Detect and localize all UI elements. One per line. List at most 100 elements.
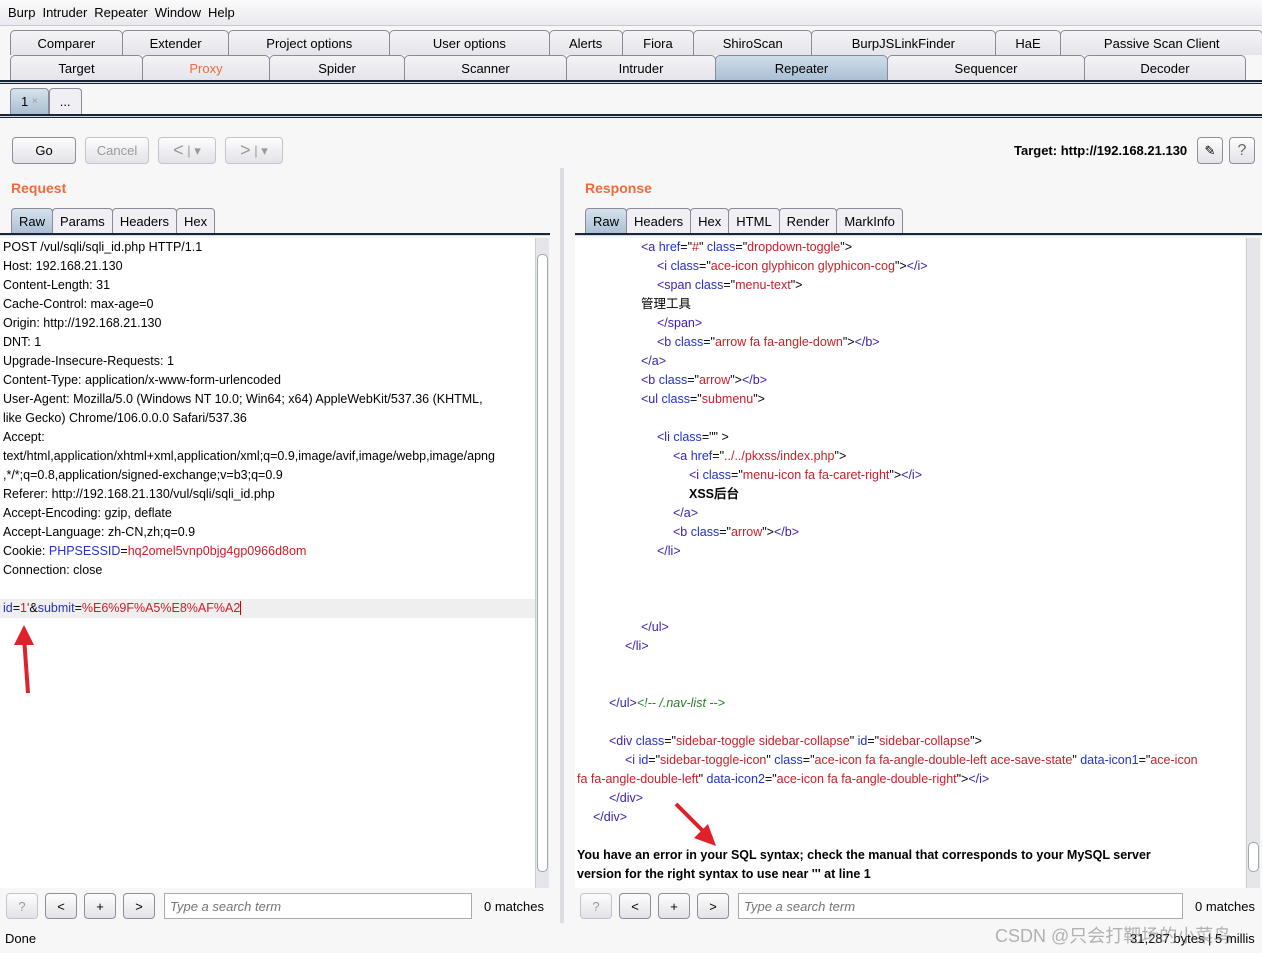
tab-user-options[interactable]: User options	[389, 30, 550, 55]
code-token: id	[638, 753, 649, 767]
tab-repeater[interactable]: Repeater	[715, 55, 888, 80]
response-tab-markinfo[interactable]: MarkInfo	[836, 208, 903, 234]
response-editor[interactable]: <a href="#" class="dropdown-toggle"> <i c…	[575, 238, 1245, 888]
request-tab-headers[interactable]: Headers	[111, 208, 177, 234]
code-token: class	[674, 335, 704, 349]
tab-proxy[interactable]: Proxy	[142, 55, 270, 80]
next-match-button[interactable]: >	[697, 893, 729, 919]
menu-bar: Burp Intruder Repeater Window Help	[0, 0, 1262, 26]
code-token: ">	[753, 392, 765, 406]
help-button[interactable]: ?	[580, 893, 612, 919]
code-token: <b	[641, 373, 659, 387]
request-editor[interactable]: POST /vul/sqli/sqli_id.php HTTP/1.1 Host:…	[0, 238, 535, 888]
response-search-input[interactable]	[738, 893, 1183, 919]
tab-comparer[interactable]: Comparer	[10, 30, 123, 55]
annotation-arrow	[14, 625, 34, 694]
code-token: fa fa-angle-double-left	[577, 772, 699, 786]
code-token: POST /vul/sqli/sqli_id.php HTTP/1.1	[3, 240, 203, 254]
tab-alerts[interactable]: Alerts	[548, 30, 623, 55]
scroll-thumb[interactable]	[537, 254, 548, 872]
tab-passive-scan-client[interactable]: Passive Scan Client	[1060, 30, 1262, 55]
tab-fiora[interactable]: Fiora	[621, 30, 695, 55]
menu-repeater[interactable]: Repeater	[94, 5, 147, 20]
tab-target[interactable]: Target	[10, 55, 143, 80]
request-line: Host: 192.168.21.130	[0, 257, 535, 276]
code-token: 管理工具	[641, 297, 692, 311]
menu-intruder[interactable]: Intruder	[42, 5, 87, 20]
response-tabs: Raw Headers Hex HTML Render MarkInfo	[585, 208, 903, 234]
code-token: ">	[894, 259, 907, 273]
tab-sequencer[interactable]: Sequencer	[887, 55, 1085, 80]
tab-hae[interactable]: HaE	[994, 30, 1062, 55]
response-tab-raw[interactable]: Raw	[585, 208, 628, 234]
tab-intruder[interactable]: Intruder	[566, 55, 716, 80]
code-token: "	[698, 772, 707, 786]
code-token: =	[74, 601, 82, 615]
tab-burpjslinkfinder[interactable]: BurpJSLinkFinder	[811, 30, 996, 55]
code-token: <i	[657, 259, 671, 273]
tab-spider[interactable]: Spider	[269, 55, 405, 80]
prev-match-button[interactable]: <	[45, 893, 77, 919]
code-token: sidebar-collapse	[879, 734, 971, 748]
split-divider[interactable]	[560, 168, 564, 923]
go-button[interactable]: Go	[12, 137, 76, 164]
response-line	[575, 599, 1245, 618]
help-button[interactable]: ?	[1229, 137, 1255, 164]
edit-target-button[interactable]: ✎	[1197, 137, 1223, 164]
help-button[interactable]: ?	[6, 893, 38, 919]
code-token: arrow fa fa-angle-down	[714, 335, 843, 349]
request-tab-hex[interactable]: Hex	[175, 208, 216, 234]
response-line	[575, 713, 1245, 732]
prev-match-button[interactable]: <	[619, 893, 651, 919]
code-token: Upgrade-Insecure-Requests: 1	[3, 354, 174, 368]
response-tab-hex[interactable]: Hex	[690, 208, 730, 234]
code-token: arrow	[698, 373, 731, 387]
code-token: data-icon1	[1080, 753, 1139, 767]
new-tab-button[interactable]: ...	[48, 88, 82, 114]
code-token: Accept-Encoding: gzip, deflate	[3, 506, 172, 520]
code-token: =	[120, 544, 128, 558]
close-icon[interactable]: ×	[32, 96, 38, 107]
response-line: 管理工具	[575, 295, 1245, 314]
add-button[interactable]: +	[84, 893, 116, 919]
request-line: Cookie: PHPSESSID=hq2omel5vnp0bjg4gp0966…	[0, 542, 535, 561]
request-scrollbar[interactable]	[535, 238, 549, 888]
response-tab-headers[interactable]: Headers	[626, 208, 692, 234]
tab-scanner[interactable]: Scanner	[404, 55, 567, 80]
code-token: Cookie:	[3, 544, 49, 558]
menu-window[interactable]: Window	[155, 5, 201, 20]
code-token: DNT: 1	[3, 335, 42, 349]
dropdown-icon: ▾	[194, 142, 201, 158]
tab-extender[interactable]: Extender	[121, 30, 230, 55]
back-button[interactable]: < | ▾	[158, 137, 216, 164]
response-tab-html[interactable]: HTML	[728, 208, 780, 234]
request-tab-params[interactable]: Params	[52, 208, 113, 234]
menu-burp[interactable]: Burp	[8, 5, 35, 20]
add-button[interactable]: +	[658, 893, 690, 919]
request-search-input[interactable]	[164, 893, 472, 919]
forward-button[interactable]: > | ▾	[225, 137, 283, 164]
code-token: Origin: http://192.168.21.130	[3, 316, 162, 330]
code-token: Cache-Control: max-age=0	[3, 297, 154, 311]
menu-help[interactable]: Help	[208, 5, 235, 20]
code-token: </ul>	[641, 620, 669, 634]
code-token: ">	[956, 772, 969, 786]
scroll-thumb[interactable]	[1248, 842, 1259, 872]
next-match-button[interactable]: >	[123, 893, 155, 919]
tab-decoder[interactable]: Decoder	[1084, 55, 1246, 80]
chevron-right-icon: >	[240, 140, 251, 160]
code-token: sidebar-toggle-icon	[660, 753, 767, 767]
code-token: ">	[790, 278, 803, 292]
response-line	[575, 675, 1245, 694]
status-text: Done	[5, 931, 37, 946]
code-token: class	[670, 259, 700, 273]
response-tab-render[interactable]: Render	[778, 208, 838, 234]
response-scrollbar[interactable]	[1246, 238, 1260, 888]
cancel-button[interactable]: Cancel	[85, 137, 149, 164]
code-token: ">	[970, 734, 982, 748]
code-token: class	[774, 753, 803, 767]
tab-project-options[interactable]: Project options	[228, 30, 391, 55]
repeater-tab-1[interactable]: 1 ×	[10, 88, 49, 114]
request-tab-raw[interactable]: Raw	[11, 208, 54, 234]
tab-shiroscan[interactable]: ShiroScan	[693, 30, 813, 55]
